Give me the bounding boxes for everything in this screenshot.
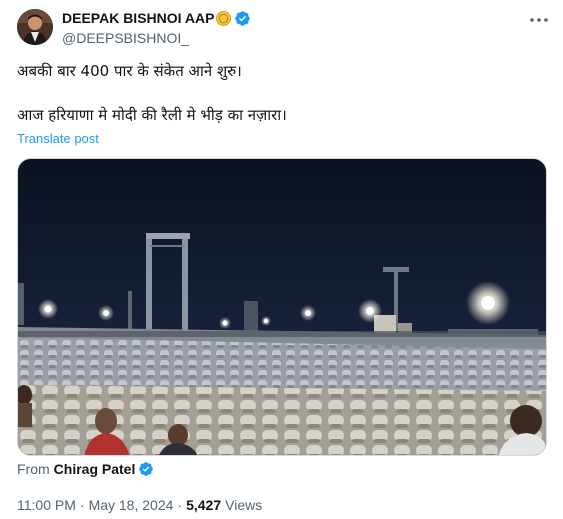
author-info: DEEPAK BISHNOI AAP @DEEPSBISHNOI_	[62, 9, 251, 46]
post-date[interactable]: May 18, 2024	[89, 497, 174, 513]
views-count: 5,427	[186, 497, 222, 513]
tweet-metadata: 11:00 PM · May 18, 2024 · 5,427 Views	[17, 497, 262, 513]
tweet-text-line-1: अबकी बार 400 पार के संकेत आने शुरु।	[17, 62, 242, 80]
separator-dot: ·	[79, 497, 85, 513]
source-attribution: From Chirag Patel	[17, 460, 154, 478]
name-row: DEEPAK BISHNOI AAP	[62, 9, 251, 27]
verified-badge-icon	[139, 462, 154, 476]
separator-dot: ·	[177, 497, 183, 513]
translate-post-link[interactable]: Translate post	[17, 131, 99, 146]
post-time[interactable]: 11:00 PM	[17, 497, 76, 513]
from-label: From	[17, 461, 50, 477]
author-display-name[interactable]: DEEPAK BISHNOI AAP	[62, 10, 214, 26]
more-options-icon	[530, 18, 548, 22]
verified-badge-icon[interactable]	[234, 10, 251, 27]
tweet-card: DEEPAK BISHNOI AAP @DEEPSBISHNOI_ अबकी ब…	[0, 0, 563, 519]
gold-coin-icon	[216, 10, 232, 26]
author-avatar[interactable]	[17, 9, 53, 45]
views-label: Views	[225, 497, 263, 513]
tweet-text-line-2: आज हरियाणा मे मोदी की रैली मे भीड़ का नज…	[17, 106, 287, 124]
author-handle[interactable]: @DEEPSBISHNOI_	[62, 30, 251, 46]
source-author-name[interactable]: Chirag Patel	[54, 461, 136, 477]
video-thumbnail	[18, 159, 546, 455]
more-options-button[interactable]	[527, 10, 551, 30]
video-media[interactable]	[17, 158, 547, 456]
